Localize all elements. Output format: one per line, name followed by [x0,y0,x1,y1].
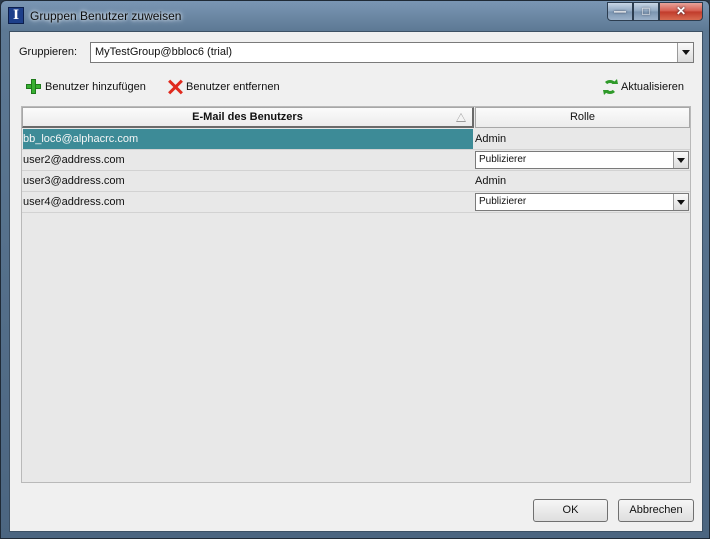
user-email: user2@address.com [23,154,125,166]
table-row[interactable]: user2@address.com Publizierer [22,150,690,171]
user-role-cell: Publizierer [475,150,690,170]
column-header-email[interactable]: E-Mail des Benutzers [22,107,474,128]
table-row[interactable]: user4@address.com Publizierer [22,192,690,213]
close-icon: ✕ [675,4,687,18]
table-body: bb_loc6@alphacrc.com Admin user2@address… [22,129,690,213]
add-user-label: Benutzer hinzufügen [45,81,146,93]
chevron-down-icon [677,200,685,205]
group-label: Gruppieren: [19,46,78,58]
caption-buttons: — □ ✕ [607,2,703,21]
table-row[interactable]: bb_loc6@alphacrc.com Admin [22,129,690,150]
maximize-button[interactable]: □ [633,2,659,21]
dialog-window: I Gruppen Benutzer zuweisen — □ ✕ Gruppi… [0,0,710,539]
user-role-cell: Admin [475,129,690,149]
cancel-button[interactable]: Abbrechen [618,499,694,522]
role-dropdown-button[interactable] [673,152,688,168]
group-row: Gruppieren: MyTestGroup@bbloc6 (trial) [19,42,694,64]
refresh-label: Aktualisieren [621,81,684,93]
remove-user-button[interactable]: Benutzer entfernen [167,76,280,98]
column-header-role-label: Rolle [569,111,596,123]
role-select-value: Publizierer [479,196,527,207]
toolbar: Benutzer hinzufügen Benutzer entfernen A… [20,76,700,100]
chevron-down-icon [682,50,690,55]
role-select-value: Publizierer [479,154,527,165]
user-email-cell[interactable]: user3@address.com [23,171,473,191]
user-email: bb_loc6@alphacrc.com [23,133,139,145]
role-select[interactable]: Publizierer [475,151,689,169]
user-role: Admin [475,133,507,145]
refresh-button[interactable]: Aktualisieren [602,76,684,98]
user-role-cell: Admin [475,171,690,191]
app-icon: I [8,7,24,24]
role-select[interactable]: Publizierer [475,193,689,211]
sort-ascending-icon [456,113,466,122]
dialog-content: Gruppieren: MyTestGroup@bbloc6 (trial) B… [9,31,703,532]
column-header-email-label: E-Mail des Benutzers [192,111,303,123]
user-email: user4@address.com [23,196,125,208]
user-email-cell[interactable]: user2@address.com [23,150,473,170]
plus-icon [26,79,42,95]
add-user-button[interactable]: Benutzer hinzufügen [26,76,146,98]
window-title: Gruppen Benutzer zuweisen [30,9,182,23]
refresh-icon [602,79,618,95]
group-select-value: MyTestGroup@bbloc6 (trial) [95,46,233,58]
delete-x-icon [167,79,183,95]
minimize-icon: — [614,4,626,18]
minimize-button[interactable]: — [607,2,633,21]
group-dropdown-button[interactable] [677,43,693,62]
user-role: Admin [475,175,507,187]
user-email: user3@address.com [23,175,125,187]
user-role-cell: Publizierer [475,192,690,212]
close-button[interactable]: ✕ [659,2,703,21]
users-table: E-Mail des Benutzers Rolle bb_loc6@alpha… [21,106,691,483]
table-row[interactable]: user3@address.com Admin [22,171,690,192]
table-header: E-Mail des Benutzers Rolle [22,107,690,128]
title-bar[interactable]: I Gruppen Benutzer zuweisen — □ ✕ [1,1,709,31]
remove-user-label: Benutzer entfernen [186,81,280,93]
ok-button[interactable]: OK [533,499,608,522]
chevron-down-icon [677,158,685,163]
group-select[interactable]: MyTestGroup@bbloc6 (trial) [90,42,694,63]
role-dropdown-button[interactable] [673,194,688,210]
user-email-cell[interactable]: user4@address.com [23,192,473,212]
user-email-cell[interactable]: bb_loc6@alphacrc.com [23,129,473,149]
maximize-icon: □ [642,4,650,18]
column-header-role[interactable]: Rolle [475,107,690,128]
